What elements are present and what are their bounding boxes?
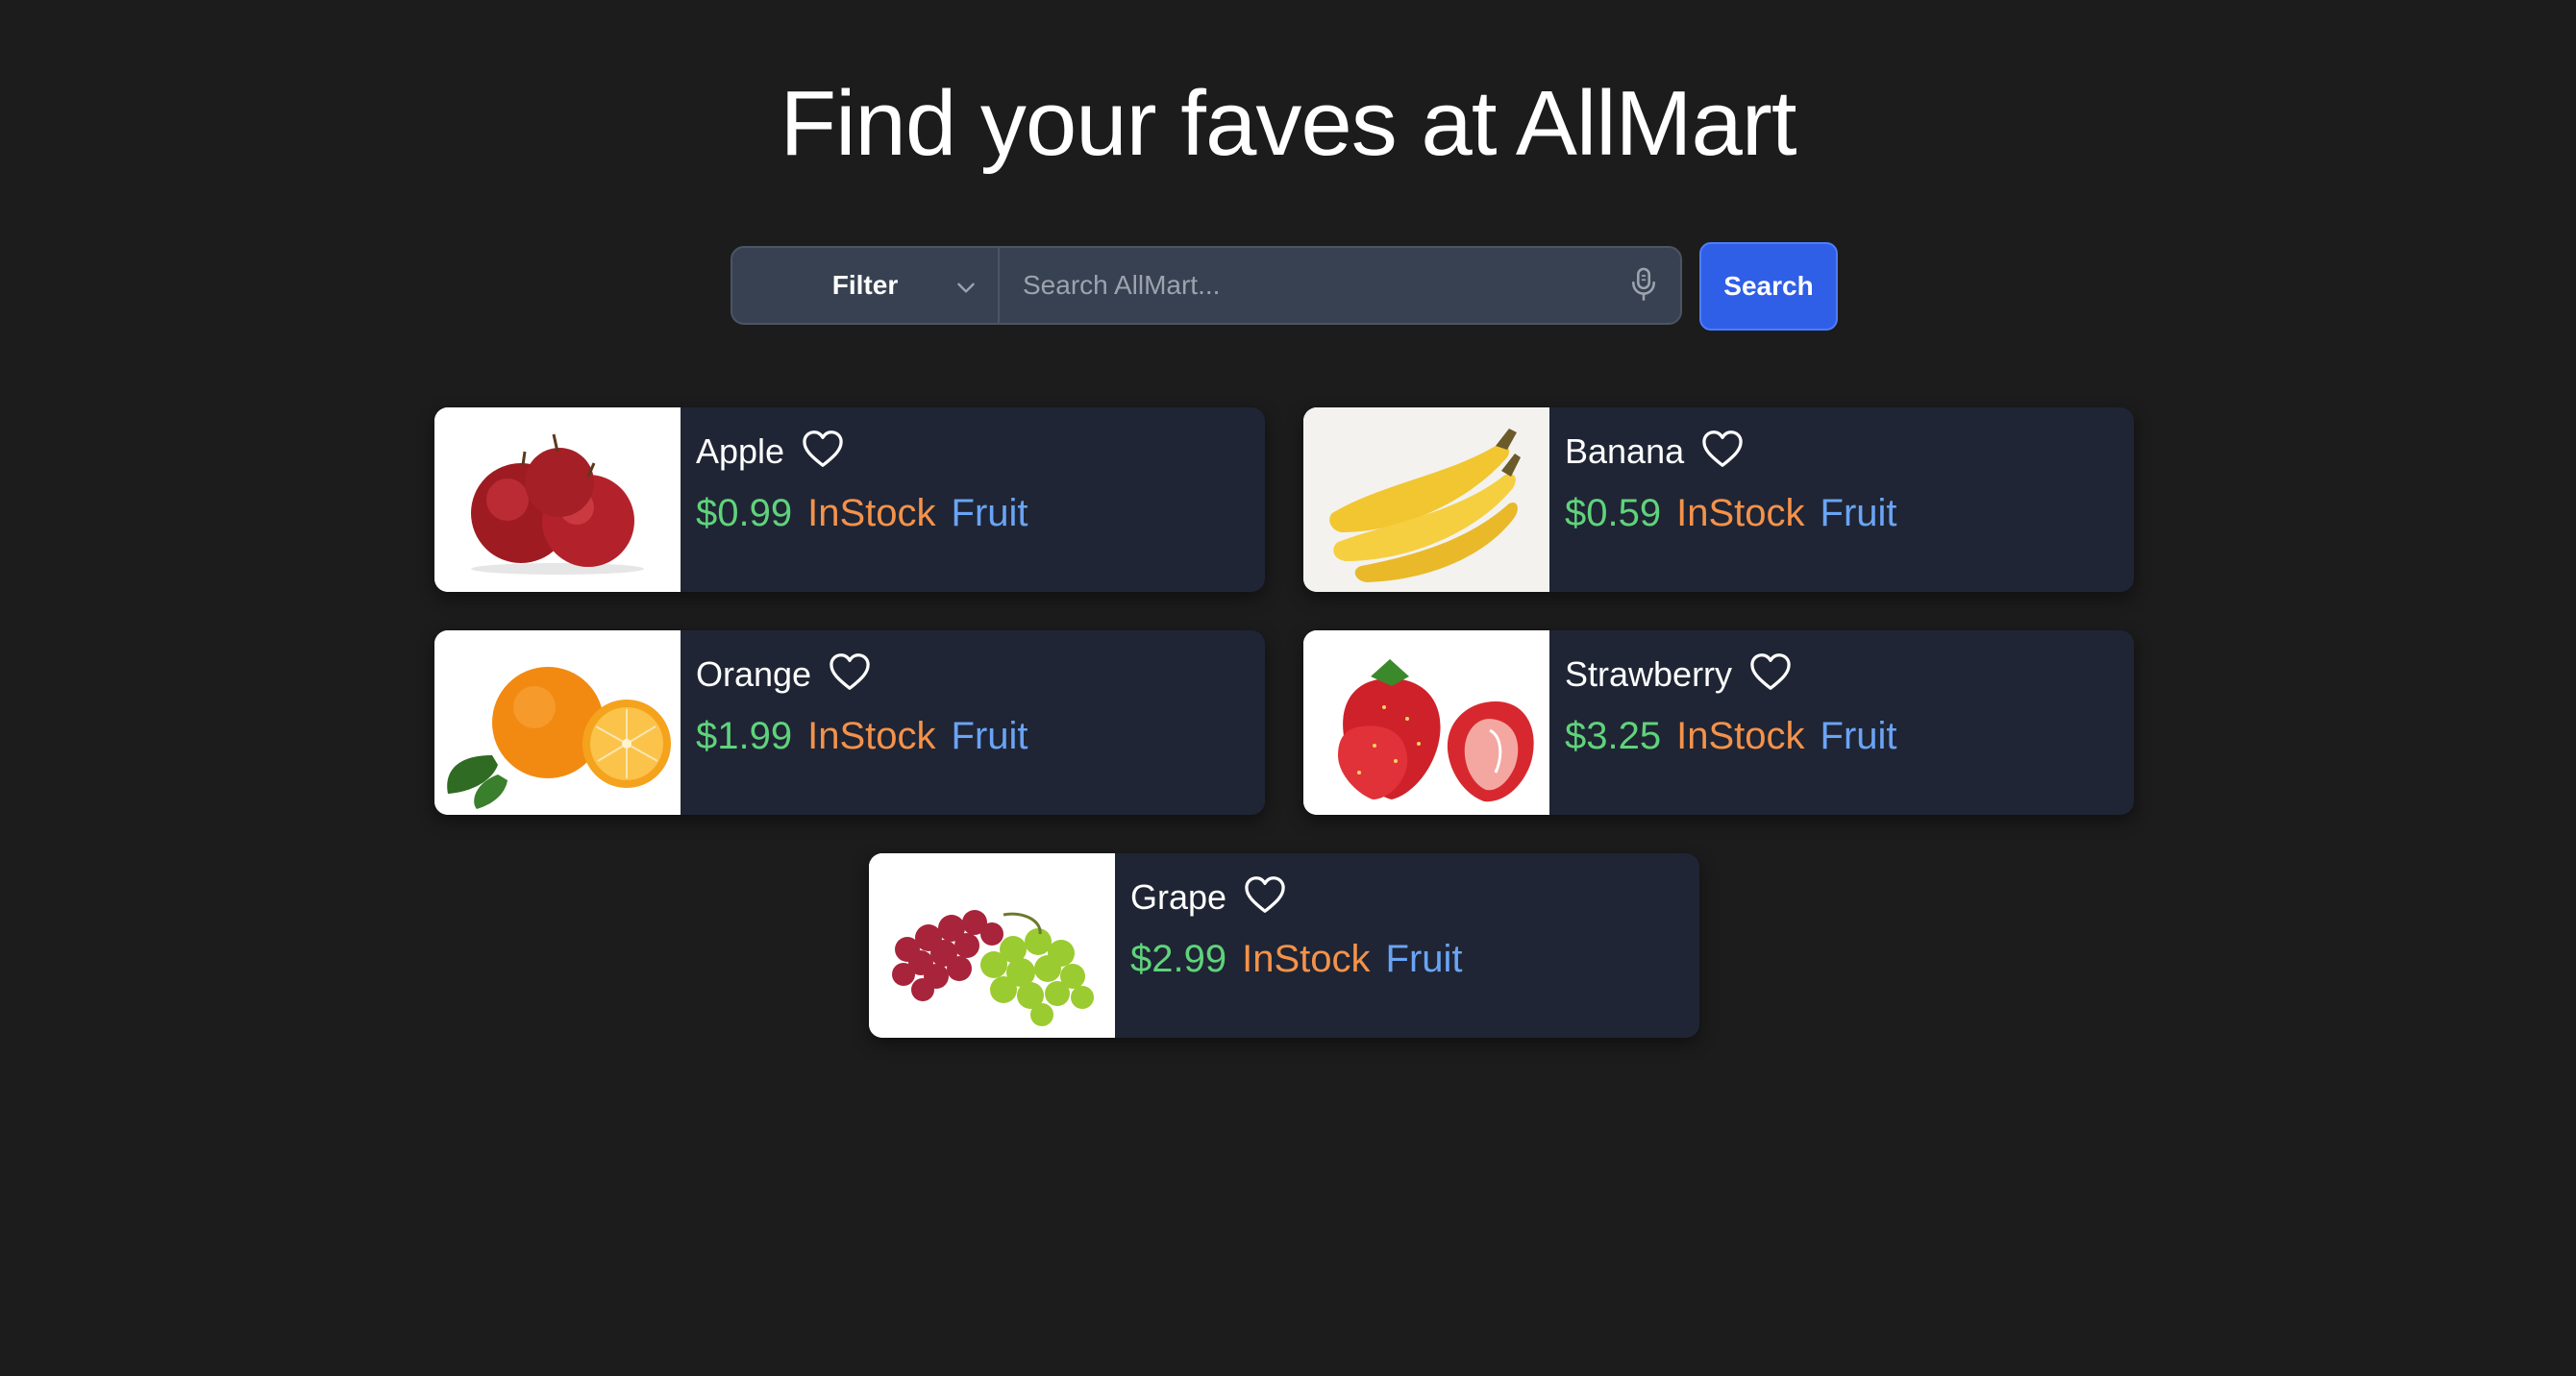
product-card-orange[interactable]: Orange $1.99 InStock Fruit xyxy=(434,630,1265,815)
apple-image xyxy=(434,407,681,592)
product-category: Fruit xyxy=(1820,715,1897,757)
product-price: $0.99 xyxy=(696,492,793,534)
product-price: $2.99 xyxy=(1130,938,1227,980)
search-input[interactable] xyxy=(1000,248,1626,323)
banana-image xyxy=(1303,407,1549,592)
product-category: Fruit xyxy=(951,715,1028,757)
heart-outline-icon[interactable] xyxy=(829,652,871,691)
product-card-apple[interactable]: Apple $0.99 InStock Fruit xyxy=(434,407,1265,592)
product-price: $3.25 xyxy=(1565,715,1662,757)
filter-dropdown[interactable]: Filter xyxy=(732,248,1000,323)
product-name: Strawberry xyxy=(1565,654,1733,694)
heart-outline-icon[interactable] xyxy=(1749,652,1792,691)
product-price: $0.59 xyxy=(1565,492,1662,534)
product-name: Grape xyxy=(1130,877,1227,917)
product-name: Apple xyxy=(696,431,785,471)
stock-status: InStock xyxy=(1242,938,1371,980)
stock-status: InStock xyxy=(1676,715,1805,757)
stock-status: InStock xyxy=(807,492,936,534)
product-category: Fruit xyxy=(951,492,1028,534)
heart-outline-icon[interactable] xyxy=(1244,875,1286,914)
search-button[interactable]: Search xyxy=(1699,242,1838,331)
heart-outline-icon[interactable] xyxy=(802,430,844,468)
product-name: Orange xyxy=(696,654,812,694)
strawberry-image xyxy=(1303,630,1549,815)
product-card-banana[interactable]: Banana $0.59 InStock Fruit xyxy=(1303,407,2134,592)
page-title: Find your faves at AllMart xyxy=(780,72,1796,175)
grape-image xyxy=(869,853,1115,1038)
microphone-icon[interactable] xyxy=(1626,266,1661,305)
product-category: Fruit xyxy=(1385,938,1463,980)
chevron-down-icon xyxy=(957,283,975,293)
product-category: Fruit xyxy=(1820,492,1897,534)
stock-status: InStock xyxy=(807,715,936,757)
product-price: $1.99 xyxy=(696,715,793,757)
heart-outline-icon[interactable] xyxy=(1701,430,1744,468)
search-bar: Filter xyxy=(731,246,1682,325)
orange-image xyxy=(434,630,681,815)
product-card-grape[interactable]: Grape $2.99 InStock Fruit xyxy=(869,853,1699,1038)
product-card-strawberry[interactable]: Strawberry $3.25 InStock Fruit xyxy=(1303,630,2134,815)
stock-status: InStock xyxy=(1676,492,1805,534)
page: Find your faves at AllMart Filter Search xyxy=(0,0,2576,1376)
filter-label: Filter xyxy=(831,270,899,300)
product-name: Banana xyxy=(1565,431,1685,471)
